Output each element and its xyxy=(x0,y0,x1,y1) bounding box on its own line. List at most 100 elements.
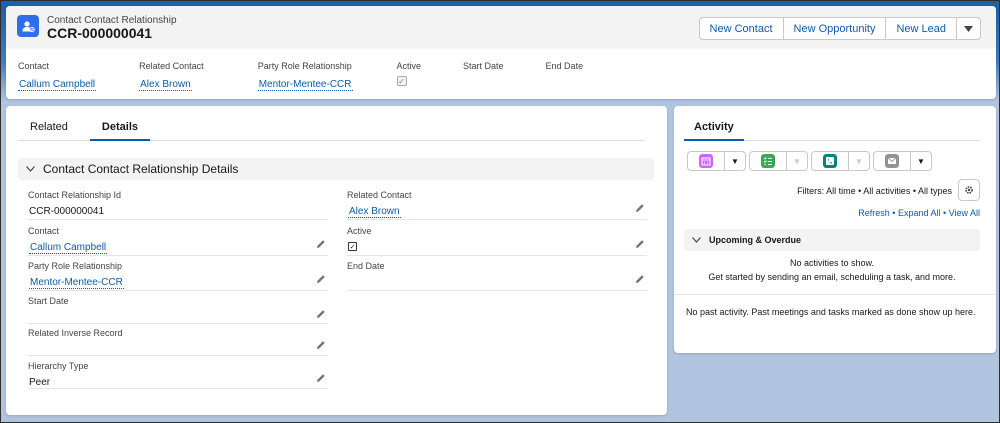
send-email-action: ▼ xyxy=(873,151,932,171)
pencil-icon[interactable] xyxy=(316,340,326,350)
field-label: Hierarchy Type xyxy=(28,361,89,371)
activity-settings-button[interactable] xyxy=(958,179,980,201)
highlight-contact-link[interactable]: Callum Campbell xyxy=(18,79,97,91)
field-party-role-relationship: Party Role Relationship Mentor-Mentee-CC… xyxy=(28,261,328,291)
new-opportunity-button[interactable]: New Opportunity xyxy=(782,17,887,40)
pencil-icon[interactable] xyxy=(316,274,326,284)
phone-icon xyxy=(823,154,837,168)
field-label: Active xyxy=(347,226,372,236)
log-call-button[interactable] xyxy=(811,151,849,171)
upcoming-overdue-header[interactable]: Upcoming & Overdue xyxy=(684,229,980,251)
highlight-start-date: Start Date xyxy=(463,61,504,91)
highlight-contact: Contact Callum Campbell xyxy=(18,61,97,91)
details-section-header[interactable]: Contact Contact Relationship Details xyxy=(18,158,654,180)
field-label: Related Contact xyxy=(347,190,412,200)
highlight-party-role-link[interactable]: Mentor-Mentee-CCR xyxy=(257,79,353,91)
section-title: Contact Contact Relationship Details xyxy=(43,162,239,176)
new-task-button[interactable] xyxy=(749,151,787,171)
field-end-date: End Date xyxy=(347,261,647,291)
pencil-icon[interactable] xyxy=(316,239,326,249)
activity-links: Refresh • Expand All • View All xyxy=(858,208,980,218)
activity-filters: Filters: All time • All activities • All… xyxy=(797,186,952,196)
highlight-label: Contact xyxy=(18,61,50,71)
highlight-active: Active ✓ xyxy=(396,61,422,91)
get-started-text: Get started by sending an email, schedul… xyxy=(708,272,956,282)
pencil-icon[interactable] xyxy=(635,203,645,213)
field-contact-relationship-id: Contact Relationship Id CCR-000000041 xyxy=(28,190,328,220)
field-related-inverse-record: Related Inverse Record xyxy=(28,328,328,356)
no-activities-message: No activities to show. Get started by se… xyxy=(684,256,980,284)
chevron-down-icon xyxy=(692,237,701,243)
refresh-link[interactable]: Refresh xyxy=(858,208,890,218)
highlight-party-role: Party Role Relationship Mentor-Mentee-CC… xyxy=(257,61,353,91)
new-event-action: ▼ xyxy=(687,151,746,171)
field-value: Peer xyxy=(29,377,51,388)
calendar-icon xyxy=(699,154,713,168)
highlight-related-contact: Related Contact Alex Brown xyxy=(139,61,204,91)
field-active: Active ✓ xyxy=(347,226,647,256)
field-label: Related Inverse Record xyxy=(28,328,123,338)
party-role-link[interactable]: Mentor-Mentee-CCR xyxy=(29,277,124,289)
highlights-panel: Contact Callum Campbell Related Contact … xyxy=(18,61,625,91)
task-icon xyxy=(761,154,775,168)
more-actions-button[interactable] xyxy=(956,17,981,40)
pencil-icon[interactable] xyxy=(316,309,326,319)
record-tabs: Related Details xyxy=(18,119,645,141)
tab-activity[interactable]: Activity xyxy=(684,119,744,141)
highlight-label: Related Contact xyxy=(139,61,204,71)
highlight-label: Start Date xyxy=(463,61,504,71)
new-contact-button[interactable]: New Contact xyxy=(698,17,784,40)
no-activities-text: No activities to show. xyxy=(789,258,875,268)
field-value: CCR-000000041 xyxy=(29,206,105,217)
contact-link[interactable]: Callum Campbell xyxy=(29,242,108,254)
log-call-dropdown[interactable]: ▼ xyxy=(849,151,870,171)
view-all-link[interactable]: View All xyxy=(949,208,980,218)
highlight-label: Party Role Relationship xyxy=(257,61,352,71)
related-contact-link[interactable]: Alex Brown xyxy=(348,206,401,218)
chevron-down-icon xyxy=(26,164,35,174)
log-call-action: ▼ xyxy=(811,151,870,171)
highlight-label: End Date xyxy=(545,61,584,71)
field-related-contact: Related Contact Alex Brown xyxy=(347,190,647,220)
send-email-dropdown[interactable]: ▼ xyxy=(911,151,932,171)
header-actions: New Contact New Opportunity New Lead xyxy=(698,17,981,40)
past-activity-note: No past activity. Past meetings and task… xyxy=(686,307,976,317)
new-lead-button[interactable]: New Lead xyxy=(885,17,957,40)
record-header-top: Contact Contact Relationship CCR-0000000… xyxy=(6,6,996,49)
record-header: Contact Contact Relationship CCR-0000000… xyxy=(6,6,996,99)
pencil-icon[interactable] xyxy=(635,239,645,249)
field-start-date: Start Date xyxy=(28,296,328,324)
new-event-button[interactable] xyxy=(687,151,725,171)
activity-tabs: Activity xyxy=(684,119,980,141)
divider xyxy=(674,294,996,295)
new-task-action: ▼ xyxy=(749,151,808,171)
activity-actions: ▼ ▼ ▼ ▼ xyxy=(687,151,935,171)
gear-icon xyxy=(965,186,973,194)
pencil-icon[interactable] xyxy=(316,373,326,383)
send-email-button[interactable] xyxy=(873,151,911,171)
field-label: Party Role Relationship xyxy=(28,261,123,271)
contact-relationship-icon xyxy=(17,15,39,37)
expand-all-link[interactable]: Expand All xyxy=(898,208,941,218)
new-event-dropdown[interactable]: ▼ xyxy=(725,151,746,171)
field-label: Contact xyxy=(28,226,60,236)
field-label: Start Date xyxy=(28,296,69,306)
email-icon xyxy=(885,154,899,168)
tab-related[interactable]: Related xyxy=(18,119,80,141)
highlight-label: Active xyxy=(396,61,422,71)
new-task-dropdown[interactable]: ▼ xyxy=(787,151,808,171)
details-card: Related Details Contact Contact Relation… xyxy=(6,106,667,415)
chevron-down-icon xyxy=(964,25,973,32)
field-contact: Contact Callum Campbell xyxy=(28,226,328,256)
activity-card: Activity ▼ ▼ ▼ ▼ Filters: All time • All… xyxy=(674,106,996,353)
active-checkbox-readonly: ✓ xyxy=(396,76,407,86)
highlight-related-contact-link[interactable]: Alex Brown xyxy=(139,79,192,91)
highlight-end-date: End Date xyxy=(546,61,584,91)
pencil-icon[interactable] xyxy=(635,274,645,284)
tab-details[interactable]: Details xyxy=(89,119,150,141)
field-label: Contact Relationship Id xyxy=(28,190,122,200)
field-hierarchy-type: Hierarchy Type Peer xyxy=(28,361,328,389)
active-checkbox: ✓ xyxy=(348,242,357,251)
field-label: End Date xyxy=(347,261,385,271)
record-name: CCR-000000041 xyxy=(47,25,153,41)
